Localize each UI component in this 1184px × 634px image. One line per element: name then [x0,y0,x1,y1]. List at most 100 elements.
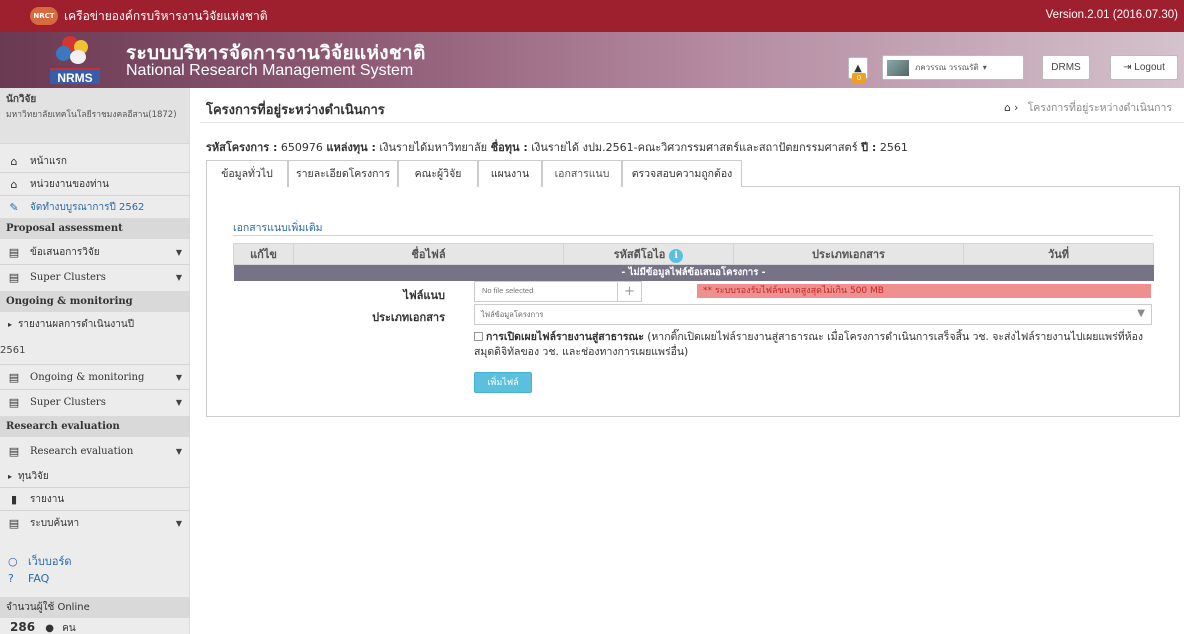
tab-attachments[interactable]: เอกสารแนบ [542,160,622,188]
sidebar-item-super-clusters-2[interactable]: ▤ Super Clusters ▼ [0,390,190,414]
file-picker[interactable]: No file selected + [474,281,642,302]
breadcrumb-current[interactable]: โครงการที่อยู่ระหว่างดำเนินการ [1028,102,1172,114]
bell-icon: ▲ [854,62,862,74]
sidebar-item-super-clusters[interactable]: ▤ Super Clusters ▼ [0,265,190,289]
fund-name-label: ชื่อทุน : [490,141,528,154]
list-icon: ▤ [8,395,20,409]
project-year: 2561 [879,141,908,154]
sidebar-item-report[interactable]: ▮ รายงาน [0,488,190,510]
sidebar-item-home[interactable]: ⌂ หน้าแรก [0,150,190,172]
caret-down-icon: ▾ [982,63,987,72]
attachments-panel: เอกสารแนบเพิ่มเติม แก้ไข ชื่อไฟล์ รหัสดี… [206,187,1180,417]
section-ongoing-monitoring: Ongoing & monitoring [0,291,190,312]
plus-icon[interactable]: + [617,282,641,301]
report-year: 2561 [0,345,26,356]
faq-link[interactable]: ? FAQ [8,572,49,585]
sidebar-item-label: รายงาน [30,493,65,505]
file-placeholder: No file selected [482,286,534,295]
page-title: โครงการที่อยู่ระหว่างดำเนินการ [206,103,385,118]
logout-icon: ⇥ [1123,62,1132,73]
webboard-link[interactable]: ○ เว็บบอร์ด [8,552,72,570]
sidebar-item-label: จัดทำงบบูรณาการปี 2562 [30,201,145,213]
notification-button[interactable]: ▲ 0 [848,57,868,83]
notification-badge: 0 [852,73,866,83]
sidebar-item-research-evaluation[interactable]: ▤ Research evaluation ▼ [0,439,190,463]
doctype-select[interactable]: ไฟล์ข้อมูลโครงการ ▼ [474,304,1152,325]
sidebar-item-report-progress[interactable]: ▸ รายงานผลการดำเนินงานปี [0,314,190,334]
fund-source: เงินรายได้มหาวิทยาลัย [379,141,488,154]
sidebar-item-fund[interactable]: ▸ ทุนวิจัย [0,465,190,487]
bar-chart-icon: ▮ [10,492,18,506]
year-label: ปี : [861,141,877,154]
sidebar-item-label: Research evaluation [30,445,134,457]
info-icon[interactable]: i [669,249,684,263]
sidebar-item-label: ข้อเสนอการวิจัย [30,246,100,258]
sidebar-item-label: ระบบค้นหา [30,517,80,529]
breadcrumb: ⌂ › โครงการที่อยู่ระหว่างดำเนินการ [1004,99,1172,116]
publish-checkbox[interactable] [474,332,483,341]
drms-button[interactable]: DRMS [1042,55,1090,80]
caret-down-icon: ▼ [175,247,182,257]
sidebar-item-search[interactable]: ▤ ระบบค้นหา ▼ [0,511,190,535]
col-edit: แก้ไข [233,243,294,265]
chevron-down-icon: ▼ [1137,308,1145,319]
col-doi-label: รหัสดีโอไอ [613,248,666,261]
list-icon: ▤ [8,270,20,284]
nrct-logo: NRCT [30,7,58,25]
col-filename: ชื่อไฟล์ [293,243,564,265]
list-icon: ▤ [8,370,20,384]
doctype-value: ไฟล์ข้อมูลโครงการ [481,310,544,319]
list-icon: ▤ [8,444,20,458]
attachments-table: แก้ไข ชื่อไฟล์ รหัสดีโอไอ i ประเภทเอกสาร… [233,243,1154,281]
col-doctype: ประเภทเอกสาร [733,243,964,265]
user-role: นักวิจัย [6,94,37,105]
nrms-logo[interactable]: NRMS [42,36,108,86]
file-size-warning: ** ระบบรองรับไฟล์ขนาดสูงสุดไม่เกิน 500 M… [697,284,1151,298]
tab-verify[interactable]: ตรวจสอบความถูกต้อง [622,160,742,187]
home-icon: ⌂ [10,154,18,168]
caret-down-icon: ▼ [175,272,182,282]
logout-button[interactable]: ⇥ Logout [1110,55,1178,80]
add-file-button[interactable]: เพิ่มไฟล์ [474,372,532,393]
avatar [887,59,909,76]
caret-down-icon: ▼ [175,446,182,456]
sidebar-item-label: รายงานผลการดำเนินงานปี [18,318,135,330]
system-title-en: National Research Management System [126,62,414,79]
col-date: วันที่ [963,243,1154,265]
caret-down-icon: ▼ [175,518,182,528]
nrms-logo-text: NRMS [50,68,100,85]
publish-title: การเปิดเผยไฟล์รายงานสู่สาธารณะ [486,331,644,343]
sidebar: นักวิจัย มหาวิทยาลัยเทคโนโลยีราชมงคลอีสา… [0,88,190,634]
user-org: มหาวิทยาลัยเทคโนโลยีราชมงคลอีสาน(1872) [6,110,177,120]
question-icon: ? [8,572,14,585]
doctype-label: ประเภทเอกสาร [372,311,445,324]
caret-down-icon: ▼ [175,372,182,382]
caret-down-icon: ▼ [175,397,182,407]
sidebar-item-label: Super Clusters [30,271,106,283]
table-row: - ไม่มีข้อมูลไฟล์ข้อเสนอโครงการ - [233,264,1154,281]
home-icon: ⌂ [10,177,18,191]
sidebar-item-label: ทุนวิจัย [18,470,49,482]
sidebar-item-label: หน่วยงานของท่าน [30,178,110,190]
header: NRMS ระบบบริหารจัดการงานวิจัยแห่งชาติ Na… [0,32,1184,88]
table-header-row: แก้ไข ชื่อไฟล์ รหัสดีโอไอ i ประเภทเอกสาร… [233,243,1154,265]
home-icon[interactable]: ⌂ › [1004,102,1018,114]
tab-project-details[interactable]: รายละเอียดโครงการ [288,160,398,187]
sidebar-item-ongoing[interactable]: ▤ Ongoing & monitoring ▼ [0,365,190,389]
sidebar-item-budget[interactable]: ✎ จัดทำงบบูรณาการปี 2562 [0,196,190,218]
tab-general[interactable]: ข้อมูลทั่วไป [206,160,288,187]
tab-researchers[interactable]: คณะผู้วิจัย [398,160,478,187]
sidebar-item-my-unit[interactable]: ⌂ หน่วยงานของท่าน [0,173,190,195]
project-info: รหัสโครงการ : 650976 แหล่งทุน : เงินรายไ… [206,138,908,156]
col-doi: รหัสดีโอไอ i [563,243,734,265]
user-menu-button[interactable]: ภควรรณ วรรณรัติ ▾ [882,55,1024,80]
faq-label: FAQ [28,572,50,585]
sidebar-item-research-proposal[interactable]: ▤ ข้อเสนอการวิจัย ▼ [0,240,190,264]
fund-name: เงินรายได้ งปม.2561-คณะวิศวกรรมศาสตร์และ… [531,141,858,154]
sidebar-role-box: นักวิจัย มหาวิทยาลัยเทคโนโลยีราชมงคลอีสา… [0,88,189,144]
online-count: 286 [10,620,36,634]
sidebar-item-label: Ongoing & monitoring [30,371,145,383]
tab-plan[interactable]: แผนงาน [478,160,542,187]
publish-option: การเปิดเผยไฟล์รายงานสู่สาธารณะ (หากติ๊กเ… [474,330,1154,360]
file-label: ไฟล์แนบ [403,289,445,302]
